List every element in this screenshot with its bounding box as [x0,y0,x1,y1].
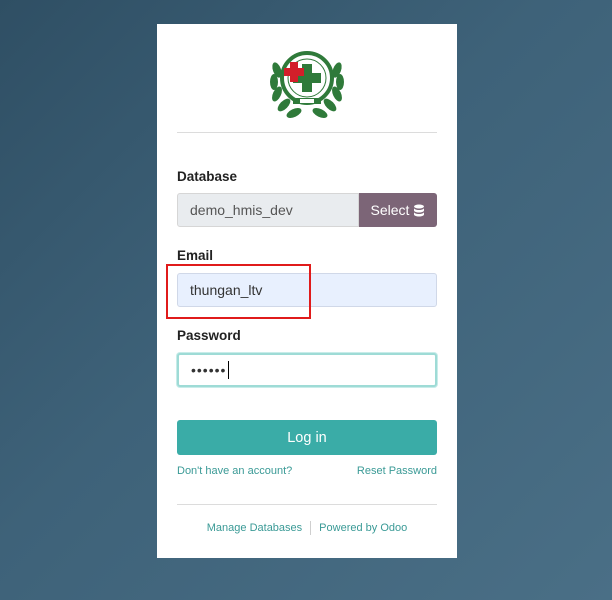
select-database-button[interactable]: Select [359,193,437,227]
database-label: Database [177,169,238,184]
select-button-label: Select [370,202,410,218]
powered-by-link[interactable]: Powered by Odoo [319,522,407,534]
password-input[interactable]: •••••• [177,353,437,387]
signup-link[interactable]: Don't have an account? [177,465,292,477]
database-icon [414,204,425,216]
email-highlight-box [166,264,311,319]
footer-separator [310,521,312,535]
login-card: Database demo_hmis_dev Select Email thun… [157,24,457,558]
database-field: demo_hmis_dev [177,193,359,227]
password-value: •••••• [191,362,227,378]
password-label: Password [177,328,241,343]
header-divider [177,132,437,133]
footer: Manage Databases Powered by Odoo [157,521,457,535]
login-button[interactable]: Log in [177,420,437,455]
email-label: Email [177,248,214,263]
database-value: demo_hmis_dev [190,202,293,218]
text-caret [228,361,230,379]
hospital-emblem-logo [270,51,344,118]
company-logo [157,40,457,132]
manage-databases-link[interactable]: Manage Databases [207,522,302,534]
reset-password-link[interactable]: Reset Password [357,465,437,477]
footer-divider [177,504,437,505]
